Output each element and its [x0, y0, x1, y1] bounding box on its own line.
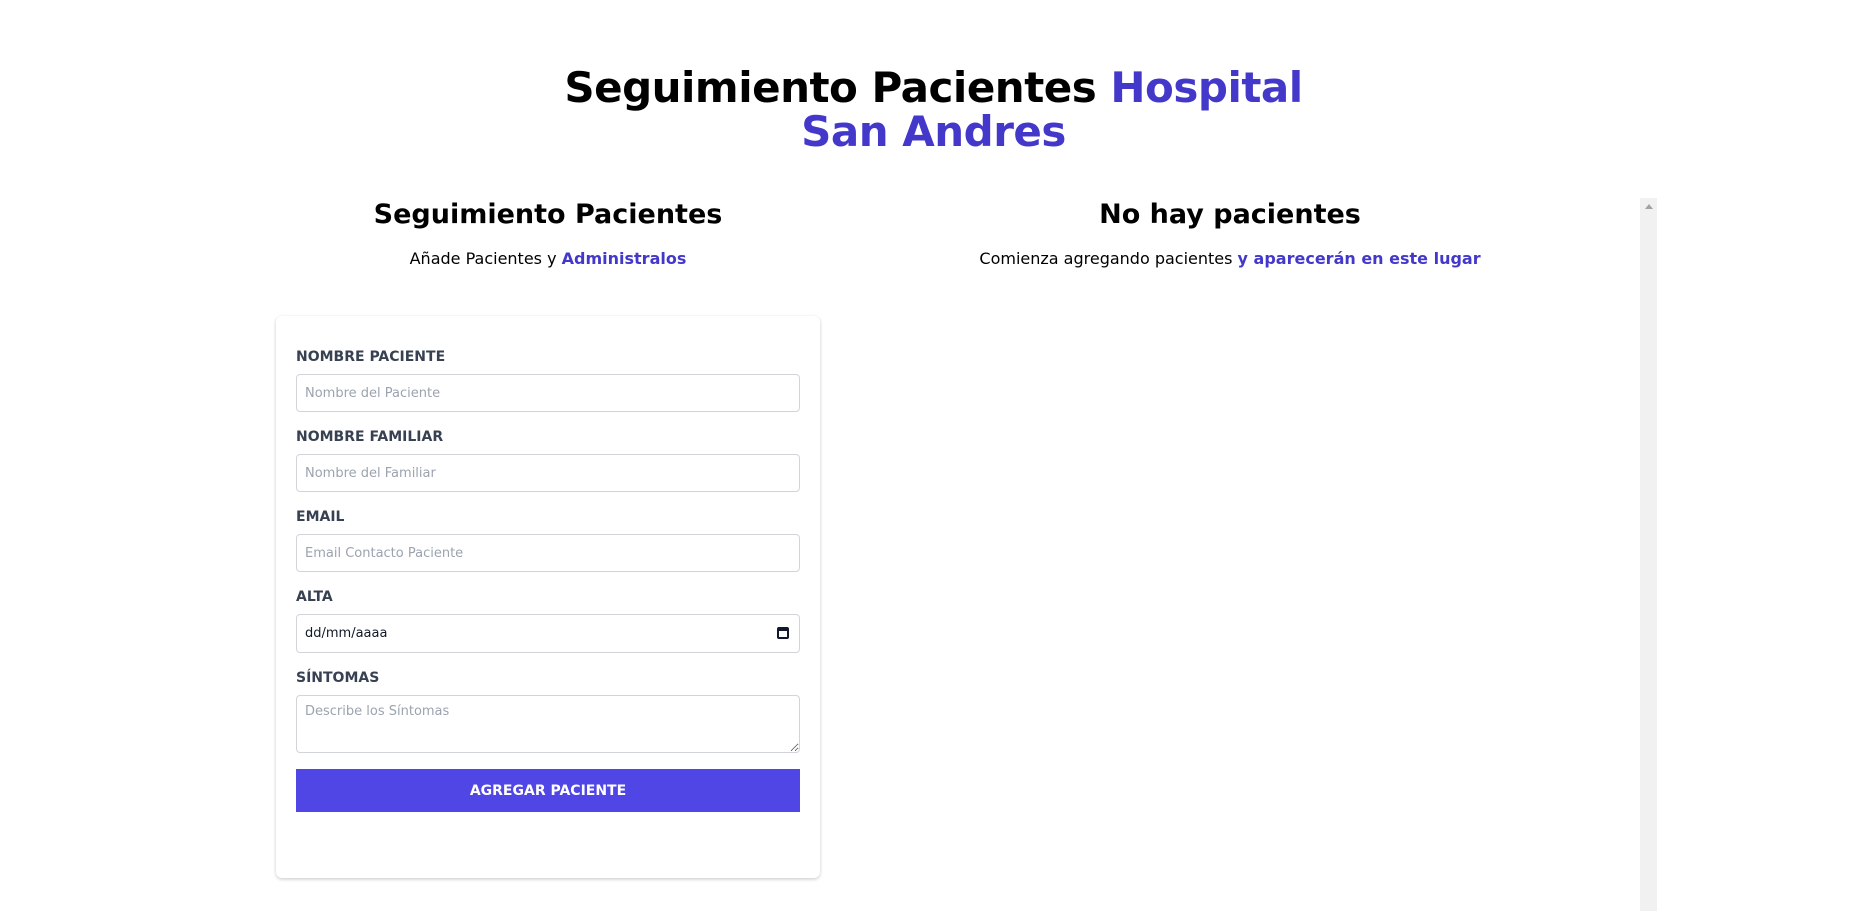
nombre-paciente-label: Nombre Paciente	[296, 349, 446, 365]
form-section-header: Seguimiento Pacientes Añade Pacientes y …	[276, 198, 820, 270]
form-section-subtitle-accent: Administralos	[561, 249, 687, 268]
sintomas-textarea[interactable]	[296, 695, 800, 753]
page-title-main: Seguimiento Pacientes	[564, 63, 1111, 112]
sintomas-label: Síntomas	[296, 670, 380, 686]
page-title: Seguimiento Pacientes Hospital San Andre…	[524, 66, 1344, 154]
alta-date-value: dd/mm/aaaa	[305, 626, 388, 641]
chevron-up-icon[interactable]	[1645, 204, 1653, 209]
email-input[interactable]	[296, 534, 800, 572]
nombre-familiar-input[interactable]	[296, 454, 800, 492]
form-section-subtitle: Añade Pacientes y Administralos	[276, 248, 820, 270]
field-alta: Alta dd/mm/aaaa	[296, 588, 800, 653]
agregar-paciente-button[interactable]: Agregar Paciente	[296, 769, 800, 812]
list-section-subtitle-text: Comienza agregando pacientes	[979, 249, 1238, 268]
calendar-icon[interactable]	[777, 627, 789, 639]
alta-date-input[interactable]: dd/mm/aaaa	[296, 614, 800, 653]
list-section-subtitle: Comienza agregando pacientes y aparecerá…	[820, 248, 1640, 270]
form-section-title: Seguimiento Pacientes	[373, 199, 723, 230]
form-section-subtitle-text: Añade Pacientes y	[409, 249, 562, 268]
list-section-subtitle-accent: y aparecerán en este lugar	[1237, 249, 1481, 268]
field-sintomas: Síntomas	[296, 669, 800, 753]
alta-label: Alta	[296, 589, 333, 605]
nombre-paciente-input[interactable]	[296, 374, 800, 412]
field-nombre-paciente: Nombre Paciente	[296, 348, 800, 412]
field-nombre-familiar: Nombre Familiar	[296, 428, 800, 492]
patients-list-scrollbar[interactable]	[1640, 198, 1657, 911]
list-section-title: No hay pacientes	[1099, 199, 1361, 230]
nombre-familiar-label: Nombre Familiar	[296, 429, 444, 445]
patients-list-section: No hay pacientes Comienza agregando paci…	[820, 198, 1640, 270]
field-email: Email	[296, 508, 800, 572]
patient-form: Nombre Paciente Nombre Familiar Email Al…	[276, 316, 820, 878]
page: Seguimiento Pacientes Hospital San Andre…	[0, 0, 1867, 911]
email-label: Email	[296, 509, 345, 525]
